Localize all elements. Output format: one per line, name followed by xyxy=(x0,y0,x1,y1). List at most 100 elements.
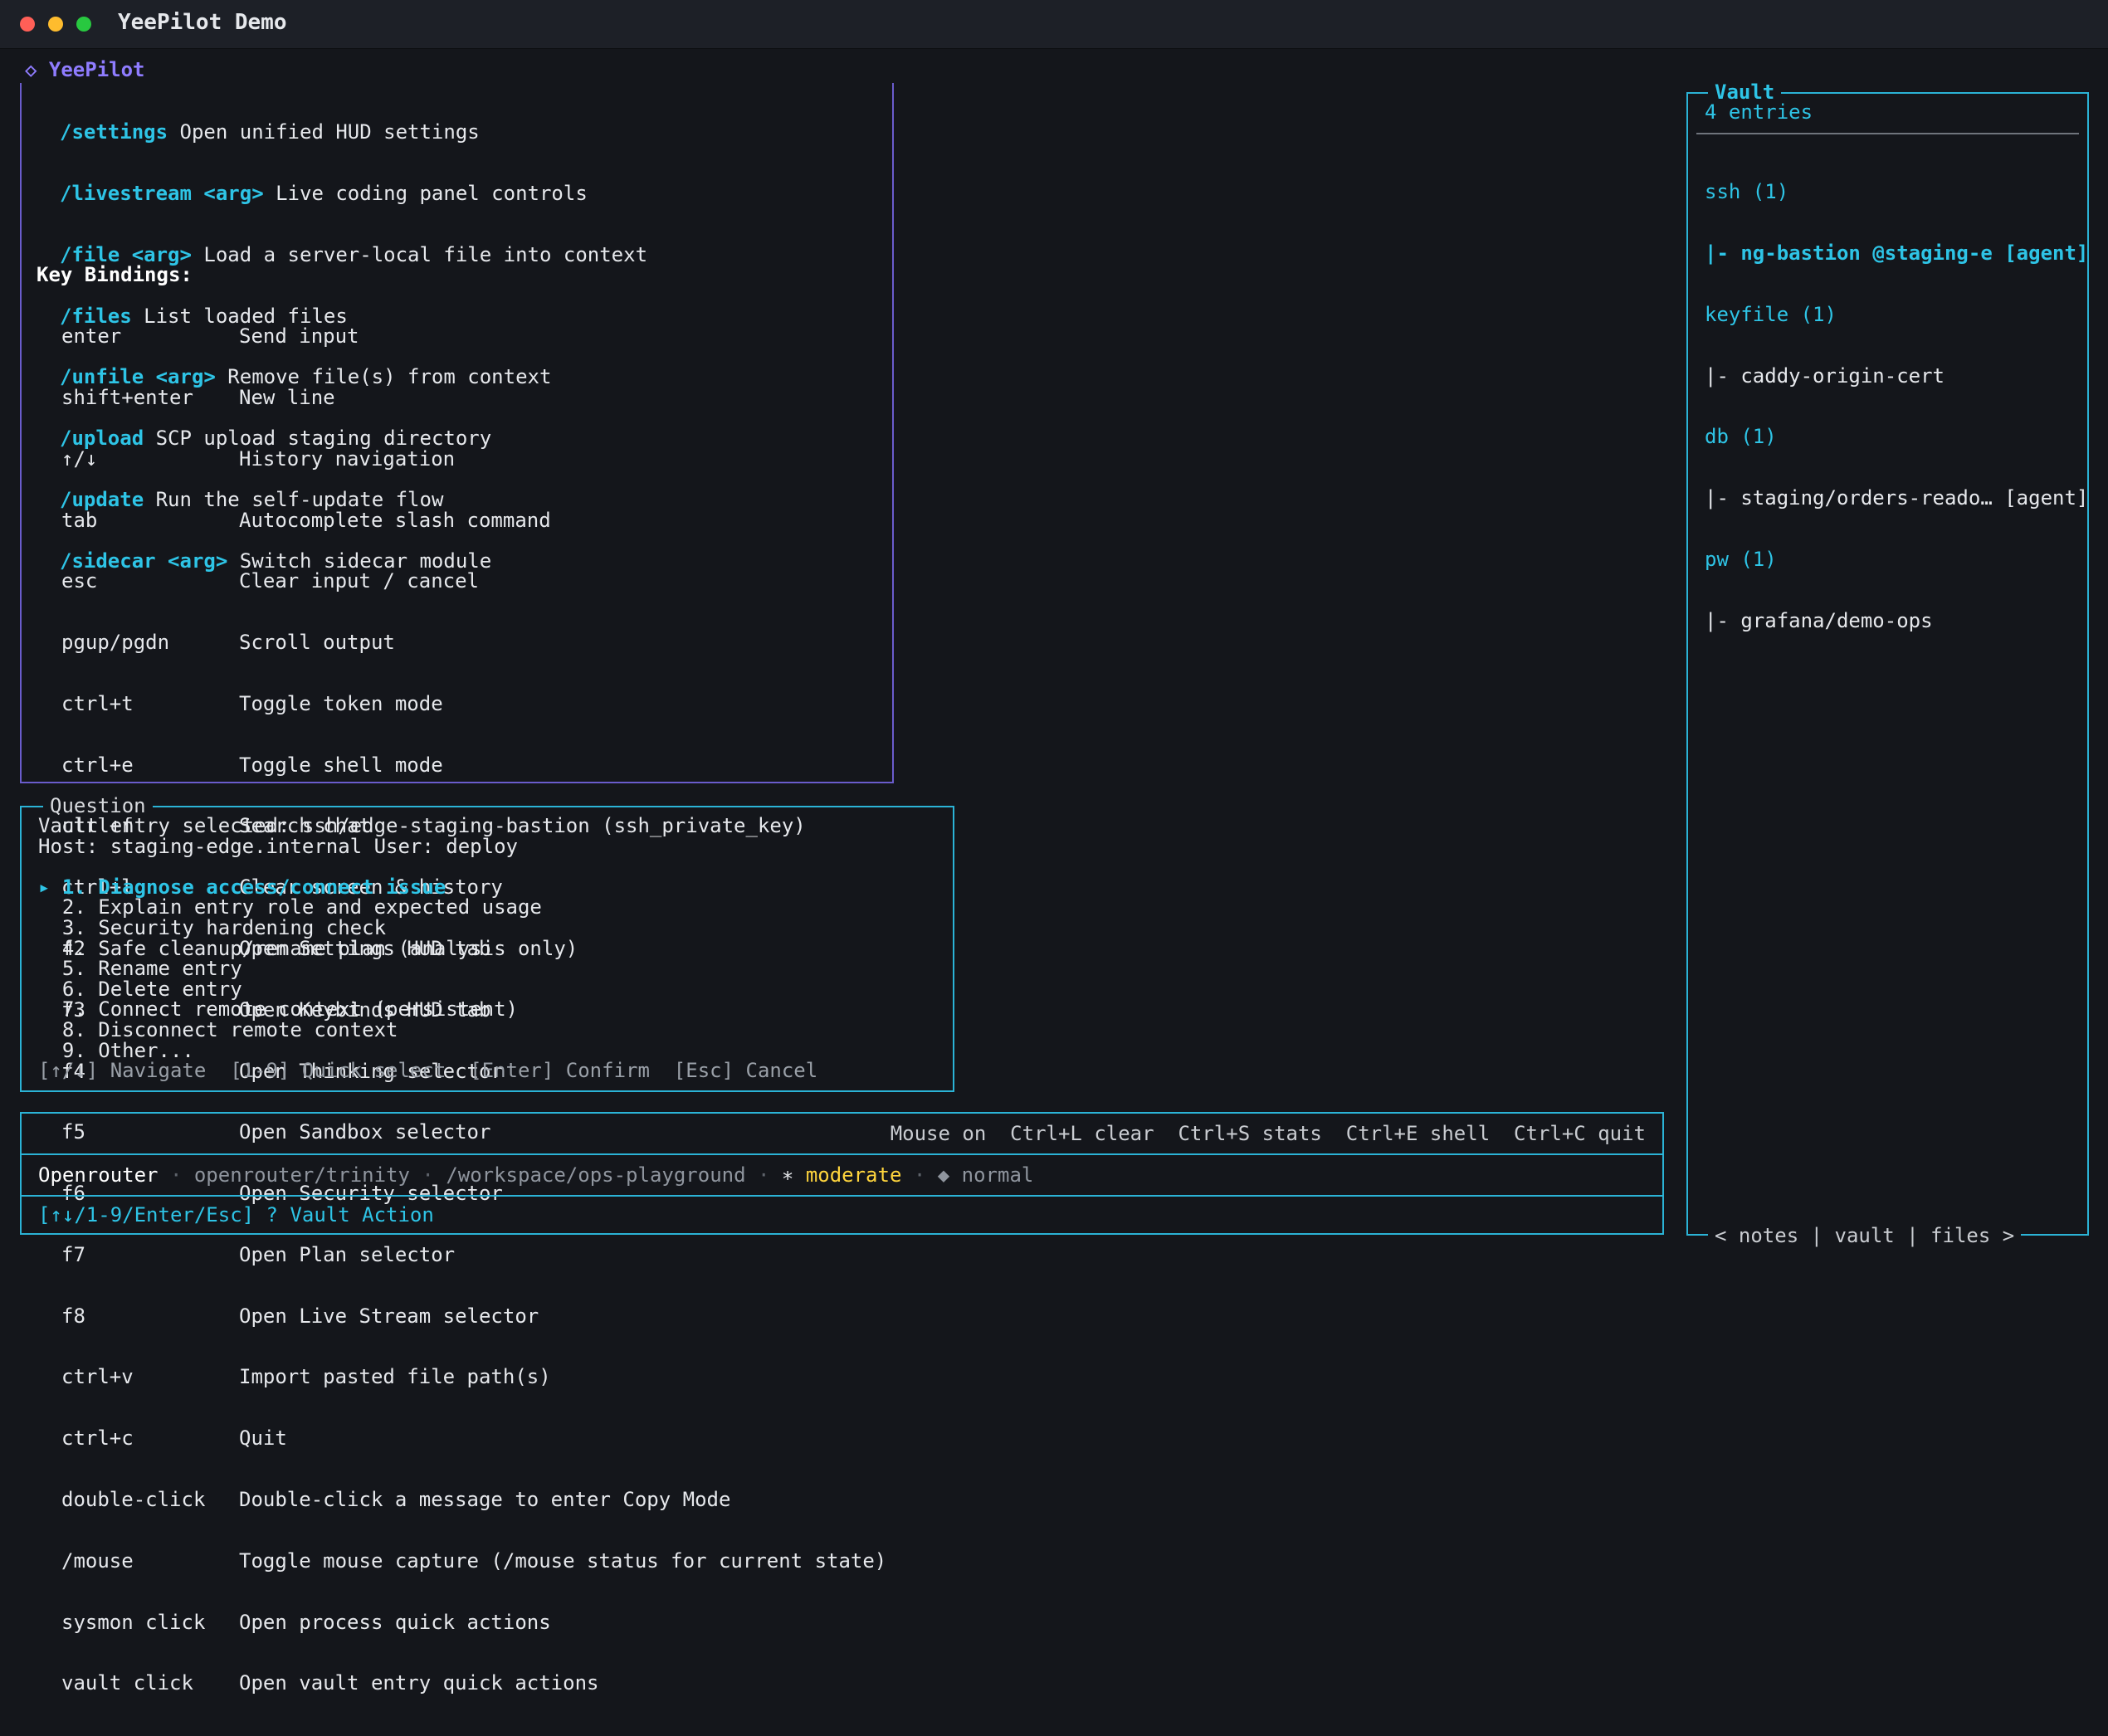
minimize-window-button[interactable] xyxy=(48,17,63,32)
command-name: /livestream <arg> xyxy=(60,181,264,205)
key-binding-desc: History navigation xyxy=(239,446,456,471)
key-binding-row: double-click Double-click a message to en… xyxy=(61,1490,730,1510)
question-option[interactable]: 7. Connect remote context (persistent) xyxy=(38,999,518,1020)
question-option[interactable]: 5. Rename entry xyxy=(38,958,242,979)
key-binding-desc: Open vault entry quick actions xyxy=(239,1671,599,1695)
key-binding-desc: Send input xyxy=(239,324,359,349)
key-binding-key: ctrl+c xyxy=(61,1426,134,1451)
key-binding-desc: New line xyxy=(239,385,335,409)
vault-category-pw[interactable]: pw (1) xyxy=(1705,549,2088,570)
command-desc: Live coding panel controls xyxy=(263,181,588,205)
maximize-window-button[interactable] xyxy=(76,17,91,32)
key-binding-desc: Scroll output xyxy=(239,631,395,655)
question-option[interactable]: ▸ 1. Diagnose access/connect issue xyxy=(38,877,446,898)
command-row: /update Run the self-update flow xyxy=(60,490,647,510)
key-binding-key: vault click xyxy=(61,1671,193,1695)
key-binding-key: esc xyxy=(61,569,98,593)
vault-entry[interactable]: |- staging/orders-reado… [agent] xyxy=(1705,488,2088,509)
key-binding-desc: Open Live Stream selector xyxy=(239,1304,539,1328)
key-binding-row: ctrl+c Quit xyxy=(61,1428,287,1449)
key-binding-key: double-click xyxy=(61,1488,206,1512)
title-bar: YeePilot Demo xyxy=(0,0,2108,49)
key-binding-row: ↑/↓ History navigation xyxy=(61,446,455,471)
vault-divider xyxy=(1696,133,2079,134)
key-binding-row: pgup/pgdn Scroll output xyxy=(61,632,395,653)
status-separator: · xyxy=(158,1163,194,1187)
vault-panel: Vault 4 entries ssh (1) |- ng-bastion @s… xyxy=(1686,80,2089,1247)
input-bar[interactable]: [↑↓/1-9/Enter/Esc] ? Vault Action xyxy=(20,1195,1664,1235)
close-window-button[interactable] xyxy=(20,17,35,32)
key-binding-key: ↑/↓ xyxy=(61,446,98,471)
status-separator: · xyxy=(745,1163,782,1187)
window-title: YeePilot Demo xyxy=(118,10,287,35)
app-name: ◇ YeePilot xyxy=(25,58,145,81)
vault-entry-count: 4 entries xyxy=(1705,100,1813,124)
status-separator: · xyxy=(901,1163,938,1187)
key-binding-desc: Toggle shell mode xyxy=(239,753,443,777)
question-host-line: Host: staging-edge.internal User: deploy xyxy=(38,834,518,858)
key-binding-desc: Open process quick actions xyxy=(239,1610,551,1634)
sidebar-tab-nav[interactable]: < notes | vault | files > xyxy=(1708,1224,2022,1247)
effort-icon: ∗ xyxy=(781,1163,806,1187)
command-name: /settings xyxy=(60,120,168,144)
key-binding-key: pgup/pgdn xyxy=(61,631,170,655)
key-binding-key: f7 xyxy=(61,1242,85,1266)
status-separator: · xyxy=(409,1163,446,1187)
question-option[interactable]: 4. Safe cleanup/rename plan (analysis on… xyxy=(38,938,578,959)
command-desc: Load a server-local file into context xyxy=(191,242,648,266)
key-binding-key: tab xyxy=(61,508,98,532)
question-option[interactable]: 2. Explain entry role and expected usage xyxy=(38,897,542,918)
key-binding-row: ctrl+t Toggle token mode xyxy=(61,694,443,714)
key-binding-desc: Autocomplete slash command xyxy=(239,508,551,532)
key-binding-key: enter xyxy=(61,324,122,349)
command-desc: Run the self-update flow xyxy=(144,487,444,511)
status-bar: Openrouter · openrouter/trinity · /works… xyxy=(20,1153,1664,1195)
command-row: /settings Open unified HUD settings xyxy=(60,122,647,143)
key-binding-row: /mouse Toggle mouse capture (/mouse statu… xyxy=(61,1551,886,1572)
vault-action-prompt: [↑↓/1-9/Enter/Esc] ? Vault Action xyxy=(38,1203,434,1226)
key-binding-row: f8 Open Live Stream selector xyxy=(61,1304,539,1328)
command-row: /unfile <arg> Remove file(s) from contex… xyxy=(60,367,647,388)
model-label: openrouter/trinity xyxy=(193,1163,410,1187)
key-binding-row: tab Autocomplete slash command xyxy=(61,508,551,532)
question-hint: [↑/↓] Navigate [1-9] Quick select [Enter… xyxy=(38,1059,818,1083)
key-binding-row: sysmon click Open process quick actions xyxy=(61,1612,551,1633)
provider-label: Openrouter xyxy=(38,1163,159,1187)
key-bindings-title: Key Bindings: xyxy=(37,263,193,286)
question-entry-line: Vault entry selected: ssh/edge-staging-b… xyxy=(38,814,806,837)
workspace-path: /workspace/ops-playground xyxy=(446,1163,746,1187)
vault-category-keyfile[interactable]: keyfile (1) xyxy=(1705,305,2088,325)
key-binding-key: /mouse xyxy=(61,1548,134,1573)
key-binding-row: enter Send input xyxy=(61,326,359,347)
key-binding-key: shift+enter xyxy=(61,385,193,409)
key-binding-desc: Open Plan selector xyxy=(239,1242,456,1266)
command-row: /files List loaded files xyxy=(60,305,647,327)
command-desc: Open unified HUD settings xyxy=(168,120,480,144)
key-binding-key: ctrl+e xyxy=(61,753,134,777)
vault-category-db[interactable]: db (1) xyxy=(1705,427,2088,447)
vault-entry[interactable]: |- caddy-origin-cert xyxy=(1705,365,2088,387)
vault-entry[interactable]: |- ng-bastion @staging-e [agent] xyxy=(1705,243,2088,264)
key-binding-key: ctrl+t xyxy=(61,691,134,715)
question-dialog: Question Vault entry selected: ssh/edge-… xyxy=(20,794,954,1092)
key-binding-row: shift+enter New line xyxy=(61,388,335,408)
vault-entry-list: ssh (1) |- ng-bastion @staging-e [agent]… xyxy=(1705,141,2088,671)
question-option[interactable]: 6. Delete entry xyxy=(38,979,242,1000)
command-row: /file <arg> Load a server-local file int… xyxy=(60,242,648,266)
key-binding-key: f8 xyxy=(61,1304,85,1328)
question-option[interactable]: 9. Other... xyxy=(38,1040,194,1061)
key-binding-row: f7 Open Plan selector xyxy=(61,1242,455,1266)
key-binding-desc: Import pasted file path(s) xyxy=(239,1365,551,1389)
command-row: /upload SCP upload staging directory xyxy=(60,428,647,449)
effort-label: moderate xyxy=(805,1163,902,1187)
vault-category-ssh[interactable]: ssh (1) xyxy=(1705,182,2088,202)
key-binding-key: sysmon click xyxy=(61,1610,206,1634)
status-line: Openrouter · openrouter/trinity · /works… xyxy=(38,1165,1033,1186)
question-option[interactable]: 3. Security hardening check xyxy=(38,918,386,939)
key-binding-row: ctrl+v Import pasted file path(s) xyxy=(61,1367,551,1387)
question-option[interactable]: 8. Disconnect remote context xyxy=(38,1020,398,1041)
key-binding-desc: Quit xyxy=(239,1426,287,1451)
vault-entry[interactable]: |- grafana/demo-ops xyxy=(1705,611,2088,631)
shortcut-hints: Mouse on Ctrl+L clear Ctrl+S stats Ctrl+… xyxy=(890,1122,1646,1145)
terminal-window: YeePilot Demo ◇ YeePilot /settings Open … xyxy=(0,0,2108,1693)
